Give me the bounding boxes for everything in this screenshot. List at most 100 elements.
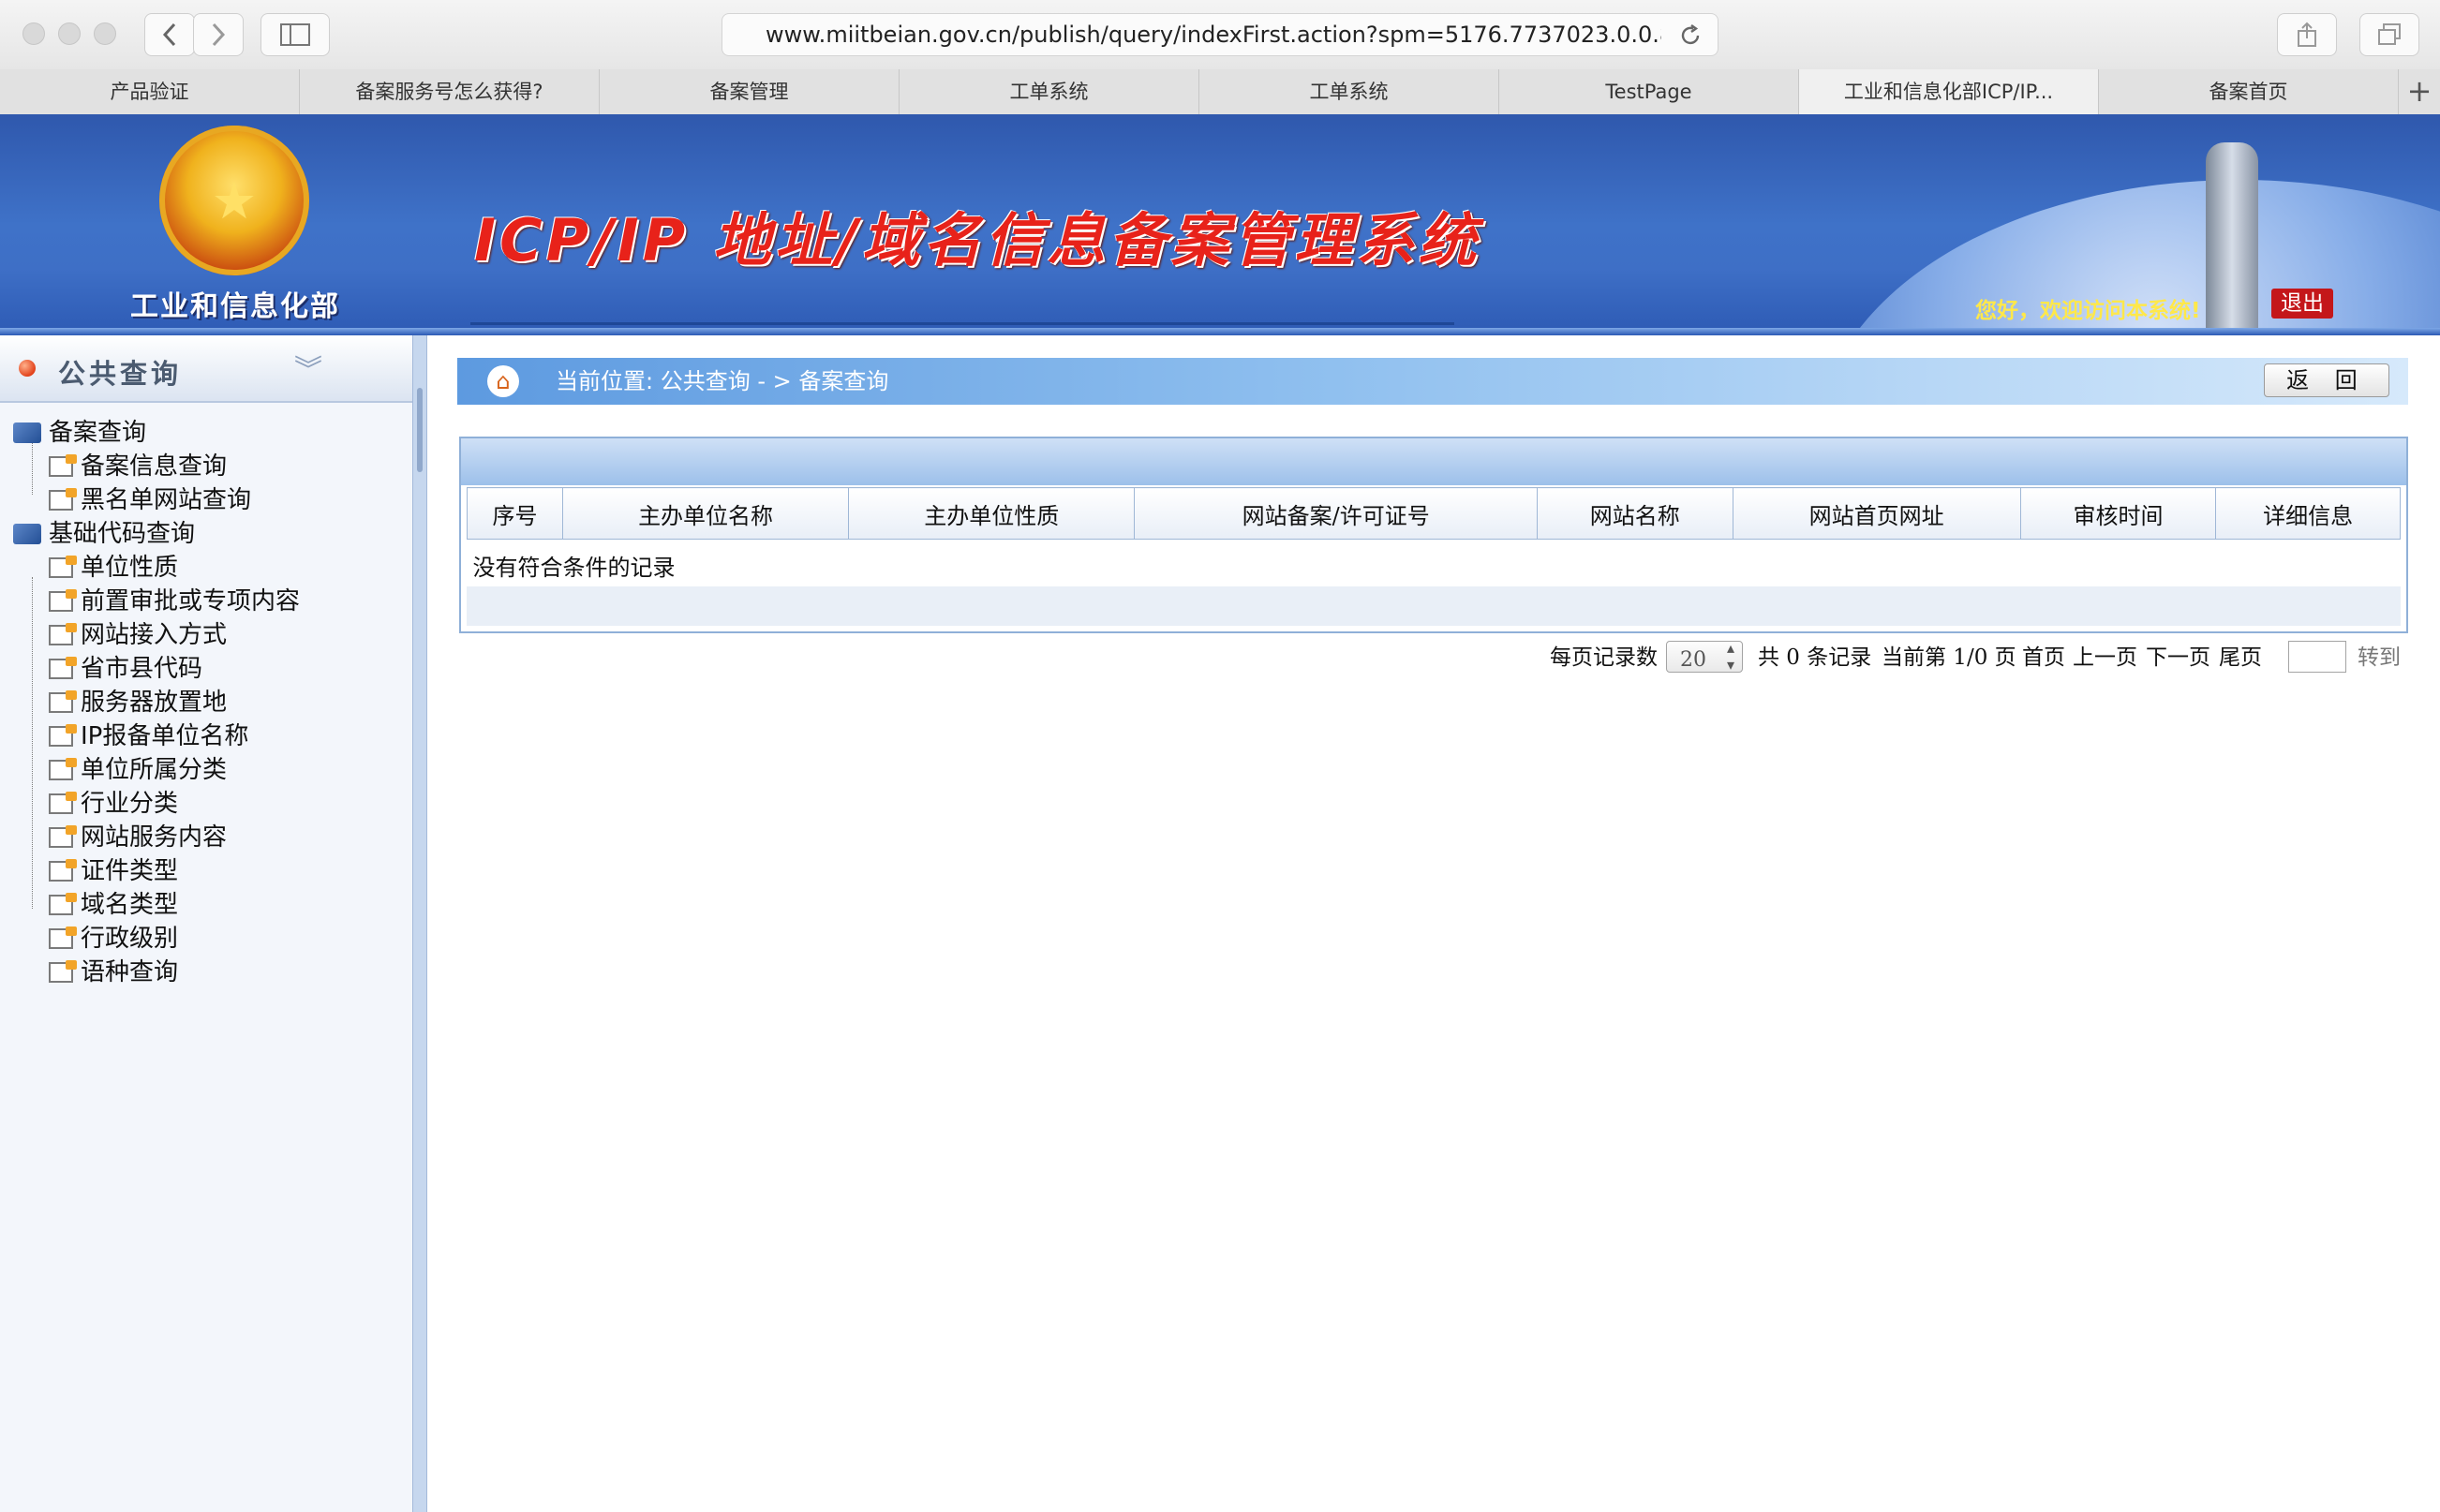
document-icon	[49, 454, 77, 477]
browser-tab[interactable]: 备案服务号怎么获得?	[300, 69, 600, 114]
document-icon	[49, 589, 77, 612]
browser-tab[interactable]: 备案管理	[600, 69, 900, 114]
logout-button[interactable]: 退出	[2271, 289, 2333, 319]
tree-item[interactable]: 域名类型	[49, 888, 178, 922]
new-tab-icon[interactable]: +	[2399, 69, 2440, 114]
column-header: 主办单位名称	[561, 487, 850, 540]
tree-item[interactable]: 单位性质	[49, 551, 178, 585]
stepper-arrows-icon: ▴ ▾	[1726, 639, 1734, 674]
document-icon	[49, 926, 77, 949]
next-page-link[interactable]: 下一页	[2146, 639, 2210, 676]
forward-nav-icon[interactable]	[193, 13, 244, 56]
tree-item[interactable]: 证件类型	[49, 854, 178, 888]
goto-page-input[interactable]	[2288, 641, 2346, 673]
sidebar: 公共查询 ︾ 备案查询 备案信息查询 黑名单网站查询 基础代码查询 单位性质 前…	[0, 335, 412, 1512]
site-banner: ★ 工业和信息化部 ICP/IP 地址/域名信息备案管理系统 您好，欢迎访问本系…	[0, 114, 2440, 335]
tree-group-base-code-query[interactable]: 基础代码查询	[13, 517, 195, 551]
document-icon	[49, 556, 77, 578]
system-title: ICP/IP 地址/域名信息备案管理系统	[474, 206, 1480, 274]
browser-titlebar: www.miitbeian.gov.cn/publish/query/index…	[0, 0, 2440, 70]
collapse-chevron-icon[interactable]: ︾	[294, 347, 322, 388]
breadcrumb-text: 当前位置: 公共查询 - > 备案查询	[556, 368, 889, 394]
document-icon	[49, 960, 77, 983]
browser-tab-active[interactable]: 工业和信息化部ICP/IP...	[1799, 69, 2099, 114]
document-icon	[49, 657, 77, 679]
results-table: 序号 主办单位名称 主办单位性质 网站备案/许可证号 网站名称 网站首页网址 审…	[467, 487, 2401, 591]
document-icon	[49, 859, 77, 882]
back-button[interactable]: 返 回	[2264, 363, 2389, 397]
browser-tab[interactable]: 产品验证	[0, 69, 300, 114]
column-header: 网站备案/许可证号	[1134, 487, 1538, 540]
browser-tab[interactable]: 工单系统	[900, 69, 1199, 114]
empty-message: 没有符合条件的记录	[467, 539, 2401, 591]
minimize-window-button[interactable]	[58, 22, 81, 45]
document-icon	[49, 623, 77, 645]
splitter-grip[interactable]	[417, 388, 423, 472]
tree-item[interactable]: 网站服务内容	[49, 821, 227, 854]
tree-group-filing-query[interactable]: 备案查询	[13, 416, 146, 450]
tree-item[interactable]: IP报备单位名称	[49, 719, 248, 753]
tab-overview-icon[interactable]	[2359, 13, 2419, 56]
last-page-link[interactable]: 尾页	[2219, 639, 2262, 676]
document-icon	[49, 724, 77, 747]
document-icon	[49, 488, 77, 511]
first-page-link[interactable]: 首页	[2022, 639, 2065, 676]
table-header-row: 序号 主办单位名称 主办单位性质 网站备案/许可证号 网站名称 网站首页网址 审…	[467, 487, 2401, 540]
panel-footer	[467, 586, 2401, 626]
document-icon	[49, 758, 77, 780]
sidebar-title: 公共查询	[58, 358, 183, 390]
current-page: 当前第 1/0 页	[1882, 645, 2016, 670]
ministry-name: 工业和信息化部	[130, 290, 340, 323]
share-icon[interactable]	[2277, 13, 2337, 56]
browser-tab[interactable]: TestPage	[1499, 69, 1799, 114]
per-page-label: 每页记录数	[1550, 645, 1658, 670]
huabiao-pillar-graphic	[2206, 142, 2258, 335]
tree-item[interactable]: 网站接入方式	[49, 618, 227, 652]
tree-item-blacklist-query[interactable]: 黑名单网站查询	[49, 483, 251, 517]
tree-item-filing-info-query[interactable]: 备案信息查询	[49, 450, 227, 483]
national-emblem-icon: ★	[159, 126, 309, 275]
browser-tab[interactable]: 备案首页	[2099, 69, 2399, 114]
folder-icon	[13, 524, 41, 544]
sidebar-splitter[interactable]	[412, 335, 427, 1512]
column-header: 审核时间	[2019, 487, 2217, 540]
column-header: 主办单位性质	[848, 487, 1136, 540]
document-icon	[49, 792, 77, 814]
goto-button[interactable]: 转到	[2358, 639, 2401, 676]
close-window-button[interactable]	[22, 22, 45, 45]
tab-bar: 产品验证 备案服务号怎么获得? 备案管理 工单系统 工单系统 TestPage …	[0, 69, 2440, 115]
tree-item[interactable]: 单位所属分类	[49, 753, 227, 787]
tree-item[interactable]: 语种查询	[49, 956, 178, 989]
home-icon: ⌂	[487, 365, 519, 397]
folder-icon	[13, 422, 41, 443]
title-underline	[470, 322, 1454, 325]
per-page-select[interactable]: 20 ▴ ▾	[1666, 639, 1743, 674]
tree-item[interactable]: 前置审批或专项内容	[49, 585, 300, 618]
prev-page-link[interactable]: 上一页	[2073, 639, 2137, 676]
column-header: 网站首页网址	[1732, 487, 2021, 540]
reload-icon[interactable]	[1678, 23, 1703, 48]
breadcrumb: ⌂ 当前位置: 公共查询 - > 备案查询 返 回	[457, 358, 2408, 405]
document-icon	[49, 893, 77, 915]
results-panel: 序号 主办单位名称 主办单位性质 网站备案/许可证号 网站名称 网站首页网址 审…	[459, 437, 2408, 633]
tree-item[interactable]: 服务器放置地	[49, 686, 227, 719]
url-text: www.miitbeian.gov.cn/publish/query/index…	[766, 22, 1661, 48]
address-bar[interactable]: www.miitbeian.gov.cn/publish/query/index…	[722, 13, 1718, 56]
column-header: 详细信息	[2215, 487, 2401, 540]
welcome-message: 您好，欢迎访问本系统!	[1975, 299, 2201, 323]
document-icon	[49, 690, 77, 713]
column-header: 网站名称	[1537, 487, 1733, 540]
tree-item[interactable]: 行政级别	[49, 922, 178, 956]
browser-tab[interactable]: 工单系统	[1199, 69, 1499, 114]
document-icon	[49, 825, 77, 848]
sidebar-toggle-icon[interactable]	[260, 13, 330, 56]
tree-item[interactable]: 省市县代码	[49, 652, 202, 686]
zoom-window-button[interactable]	[94, 22, 116, 45]
table-row: 没有符合条件的记录	[467, 539, 2401, 591]
back-nav-icon[interactable]	[144, 13, 195, 56]
total-records: 共 0 条记录	[1758, 645, 1872, 670]
column-header: 序号	[467, 487, 563, 540]
tree-item[interactable]: 行业分类	[49, 787, 178, 821]
panel-header	[461, 438, 2406, 485]
bullet-icon	[19, 360, 36, 377]
